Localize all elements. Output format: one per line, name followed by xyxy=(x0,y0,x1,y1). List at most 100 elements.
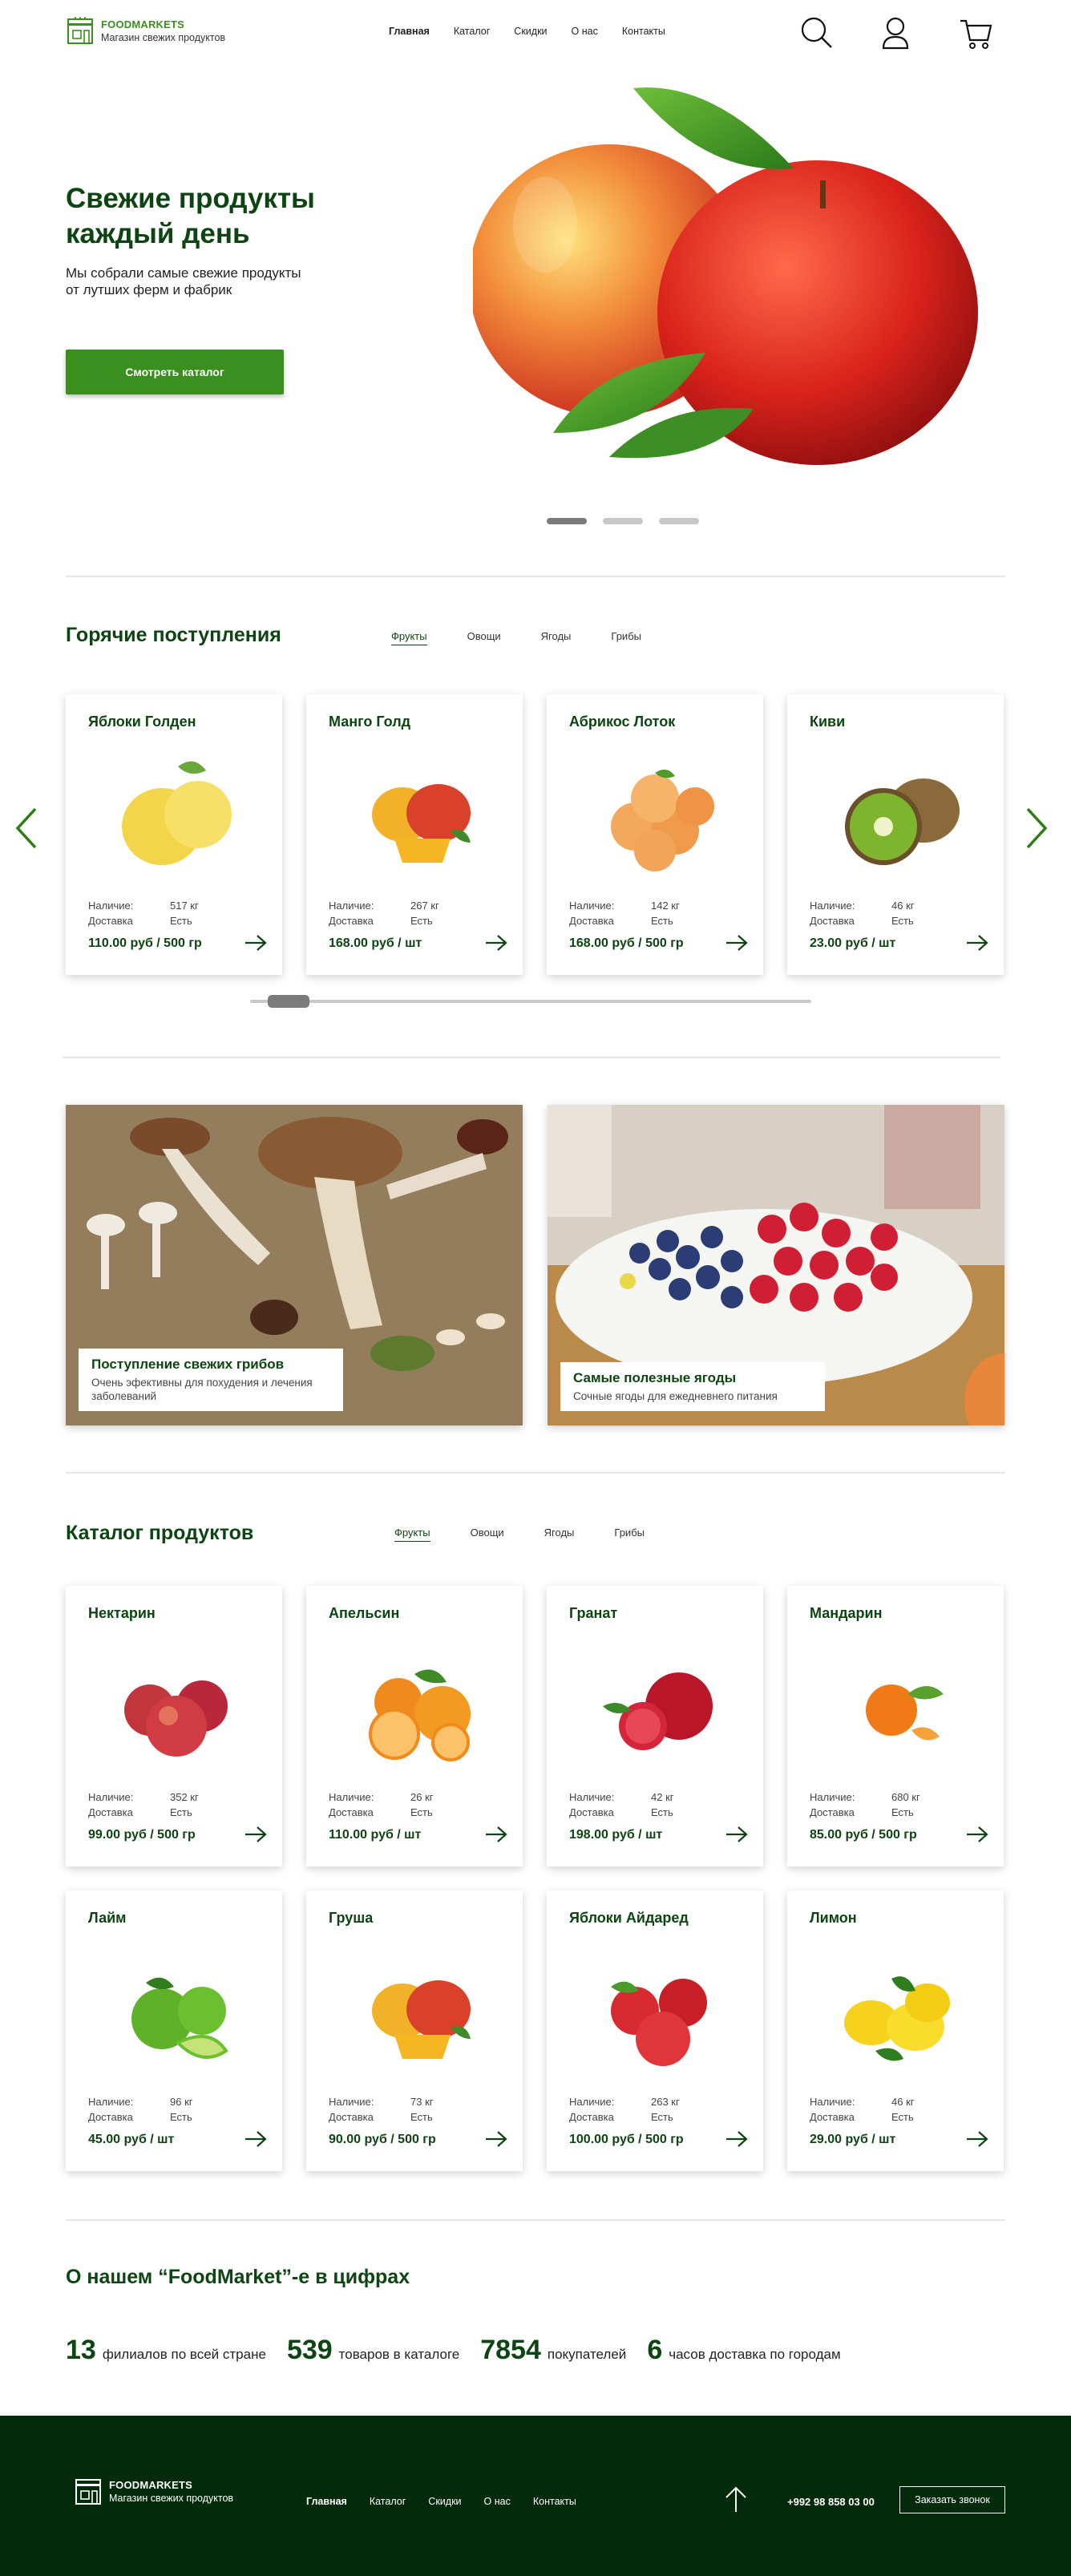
stock-label: Наличие: xyxy=(810,2096,855,2108)
product-card[interactable]: Гранат Наличие: Доставка 42 кг Есть 198.00… xyxy=(547,1586,763,1866)
product-card[interactable]: Киви Наличие: Доставка 46 кг Есть 23.00 ру… xyxy=(787,694,1004,975)
arrow-right-icon[interactable] xyxy=(244,933,268,952)
store-logo-icon xyxy=(75,2479,101,2505)
slider-dot-3[interactable] xyxy=(659,518,699,524)
kiwi-image xyxy=(845,778,960,865)
product-card[interactable]: Яблоки Айдаред Наличие: Доставка 263 кг Ес… xyxy=(547,1891,763,2171)
stock-value: 46 кг xyxy=(891,900,915,912)
tab-vegetables[interactable]: Овощи xyxy=(467,630,501,645)
tab-berries[interactable]: Ягоды xyxy=(541,630,572,645)
hero-title: Свежие продукты каждый день xyxy=(66,183,315,249)
stock-value: 680 кг xyxy=(891,1791,920,1803)
pear-image xyxy=(372,1980,471,2059)
stat-label: филиалов по всей стране xyxy=(102,2347,266,2362)
tab-mushrooms[interactable]: Грибы xyxy=(611,630,641,645)
product-price: 168.00 руб / шт xyxy=(329,936,422,950)
arrow-right-icon[interactable] xyxy=(484,2129,508,2149)
delivery-value: Есть xyxy=(891,1806,914,1818)
stock-value: 263 кг xyxy=(651,2096,680,2108)
mango-image xyxy=(372,784,471,863)
view-catalog-button[interactable]: Смотреть каталог xyxy=(66,350,284,394)
scroll-up-arrow-icon[interactable] xyxy=(720,2483,752,2515)
product-price: 23.00 руб / шт xyxy=(810,936,896,950)
oranges-image xyxy=(369,1669,471,1761)
nav-home[interactable]: Главная xyxy=(389,26,430,37)
carousel-prev-arrow-icon[interactable] xyxy=(11,804,43,852)
footer-nav-about[interactable]: О нас xyxy=(484,2496,511,2507)
nav-discounts[interactable]: Скидки xyxy=(514,26,547,37)
arrow-right-icon[interactable] xyxy=(965,2129,989,2149)
product-name: Мандарин xyxy=(810,1605,883,1621)
footer-logo[interactable]: FOODMARKETS Магазин свежих продуктов xyxy=(74,2477,233,2505)
logo[interactable]: FOODMARKETS Магазин свежих продуктов xyxy=(66,16,225,45)
arrow-right-icon[interactable] xyxy=(484,933,508,952)
arrow-right-icon[interactable] xyxy=(725,933,749,952)
product-card[interactable]: Лайм Наличие: Доставка 96 кг Есть 45.00 ру… xyxy=(66,1891,282,2171)
product-card[interactable]: Груша Наличие: Доставка 73 кг Есть 90.00 р… xyxy=(306,1891,523,2171)
tab-vegetables[interactable]: Овощи xyxy=(471,1527,504,1542)
arrow-right-icon[interactable] xyxy=(484,1825,508,1844)
golden-apples-image xyxy=(122,761,232,865)
nav-contacts[interactable]: Контакты xyxy=(622,26,665,37)
tab-berries[interactable]: Ягоды xyxy=(544,1527,575,1542)
tab-fruits[interactable]: Фрукты xyxy=(394,1527,430,1542)
product-card[interactable]: Нектарин Наличие: Доставка 352 кг Есть 99.… xyxy=(66,1586,282,1866)
slider-dot-1[interactable] xyxy=(547,518,587,524)
search-icon[interactable] xyxy=(798,14,835,51)
arrow-right-icon[interactable] xyxy=(725,2129,749,2149)
nav-about[interactable]: О нас xyxy=(572,26,598,37)
banner-text: Сочные ягоды для ежедневнего питания xyxy=(573,1390,778,1402)
delivery-label: Доставка xyxy=(569,915,614,927)
stock-value: 73 кг xyxy=(410,2096,434,2108)
tab-mushrooms[interactable]: Грибы xyxy=(614,1527,645,1542)
carousel-scrollbar[interactable] xyxy=(250,1000,811,1003)
tab-fruits[interactable]: Фрукты xyxy=(391,630,427,645)
product-name: Яблоки Айдаред xyxy=(569,1910,689,1926)
user-icon[interactable] xyxy=(877,14,914,51)
nav-catalog[interactable]: Каталог xyxy=(454,26,490,37)
banner-caption: Самые полезные ягоды Сочные ягоды для еж… xyxy=(560,1362,825,1411)
footer-nav-catalog[interactable]: Каталог xyxy=(370,2496,406,2507)
arrow-right-icon[interactable] xyxy=(725,1825,749,1844)
product-card[interactable]: Яблоки Голден Наличие: Доставка 517 кг Ест… xyxy=(66,694,282,975)
product-name: Абрикос Лоток xyxy=(569,714,676,730)
delivery-value: Есть xyxy=(651,915,673,927)
product-name: Лимон xyxy=(810,1910,857,1926)
request-call-button[interactable]: Заказать звонок xyxy=(899,2486,1005,2513)
delivery-value: Есть xyxy=(891,915,914,927)
product-card[interactable]: Лимон Наличие: Доставка 46 кг Есть 29.00 р… xyxy=(787,1891,1004,2171)
arrow-right-icon[interactable] xyxy=(965,933,989,952)
arrow-right-icon[interactable] xyxy=(965,1825,989,1844)
product-card[interactable]: Апельсин Наличие: Доставка 26 кг Есть 110.… xyxy=(306,1586,523,1866)
footer-nav: Главная Каталог Скидки О нас Контакты xyxy=(306,2496,576,2507)
carousel-next-arrow-icon[interactable] xyxy=(1020,804,1052,852)
stock-value: 142 кг xyxy=(651,900,680,912)
arrow-right-icon[interactable] xyxy=(244,1825,268,1844)
carousel-scroll-thumb[interactable] xyxy=(268,995,309,1008)
delivery-label: Доставка xyxy=(88,2111,133,2123)
product-name: Киви xyxy=(810,714,846,730)
footer-nav-contacts[interactable]: Контакты xyxy=(533,2496,576,2507)
berries-banner[interactable]: Самые полезные ягоды Сочные ягоды для еж… xyxy=(548,1105,1004,1425)
footer-nav-discounts[interactable]: Скидки xyxy=(428,2496,461,2507)
product-card[interactable]: Манго Голд Наличие: Доставка 267 кг Есть 1… xyxy=(306,694,523,975)
product-price: 168.00 руб / 500 гр xyxy=(569,936,684,950)
product-price: 110.00 руб / 500 гр xyxy=(88,936,202,950)
product-card[interactable]: Мандарин Наличие: Доставка 680 кг Есть 85.… xyxy=(787,1586,1004,1866)
product-card[interactable]: Абрикос Лоток Наличие: Доставка 142 кг Ест… xyxy=(547,694,763,975)
delivery-label: Доставка xyxy=(88,1806,133,1818)
product-price: 29.00 руб / шт xyxy=(810,2133,896,2146)
delivery-label: Доставка xyxy=(329,2111,374,2123)
arrow-right-icon[interactable] xyxy=(244,2129,268,2149)
stat-number: 7854 xyxy=(480,2335,541,2365)
footer-nav-home[interactable]: Главная xyxy=(306,2496,347,2507)
mushrooms-banner[interactable]: Поступление свежих грибов Очень эфективн… xyxy=(66,1105,523,1425)
cart-icon[interactable] xyxy=(957,14,994,51)
delivery-label: Доставка xyxy=(329,1806,374,1818)
idared-apples-image xyxy=(611,1979,707,2066)
site-footer: FOODMARKETS Магазин свежих продуктов Гла… xyxy=(0,2416,1071,2576)
product-name: Апельсин xyxy=(329,1605,400,1621)
footer-phone[interactable]: +992 98 858 03 00 xyxy=(787,2496,875,2508)
product-name: Нектарин xyxy=(88,1605,156,1621)
slider-dot-2[interactable] xyxy=(603,518,643,524)
